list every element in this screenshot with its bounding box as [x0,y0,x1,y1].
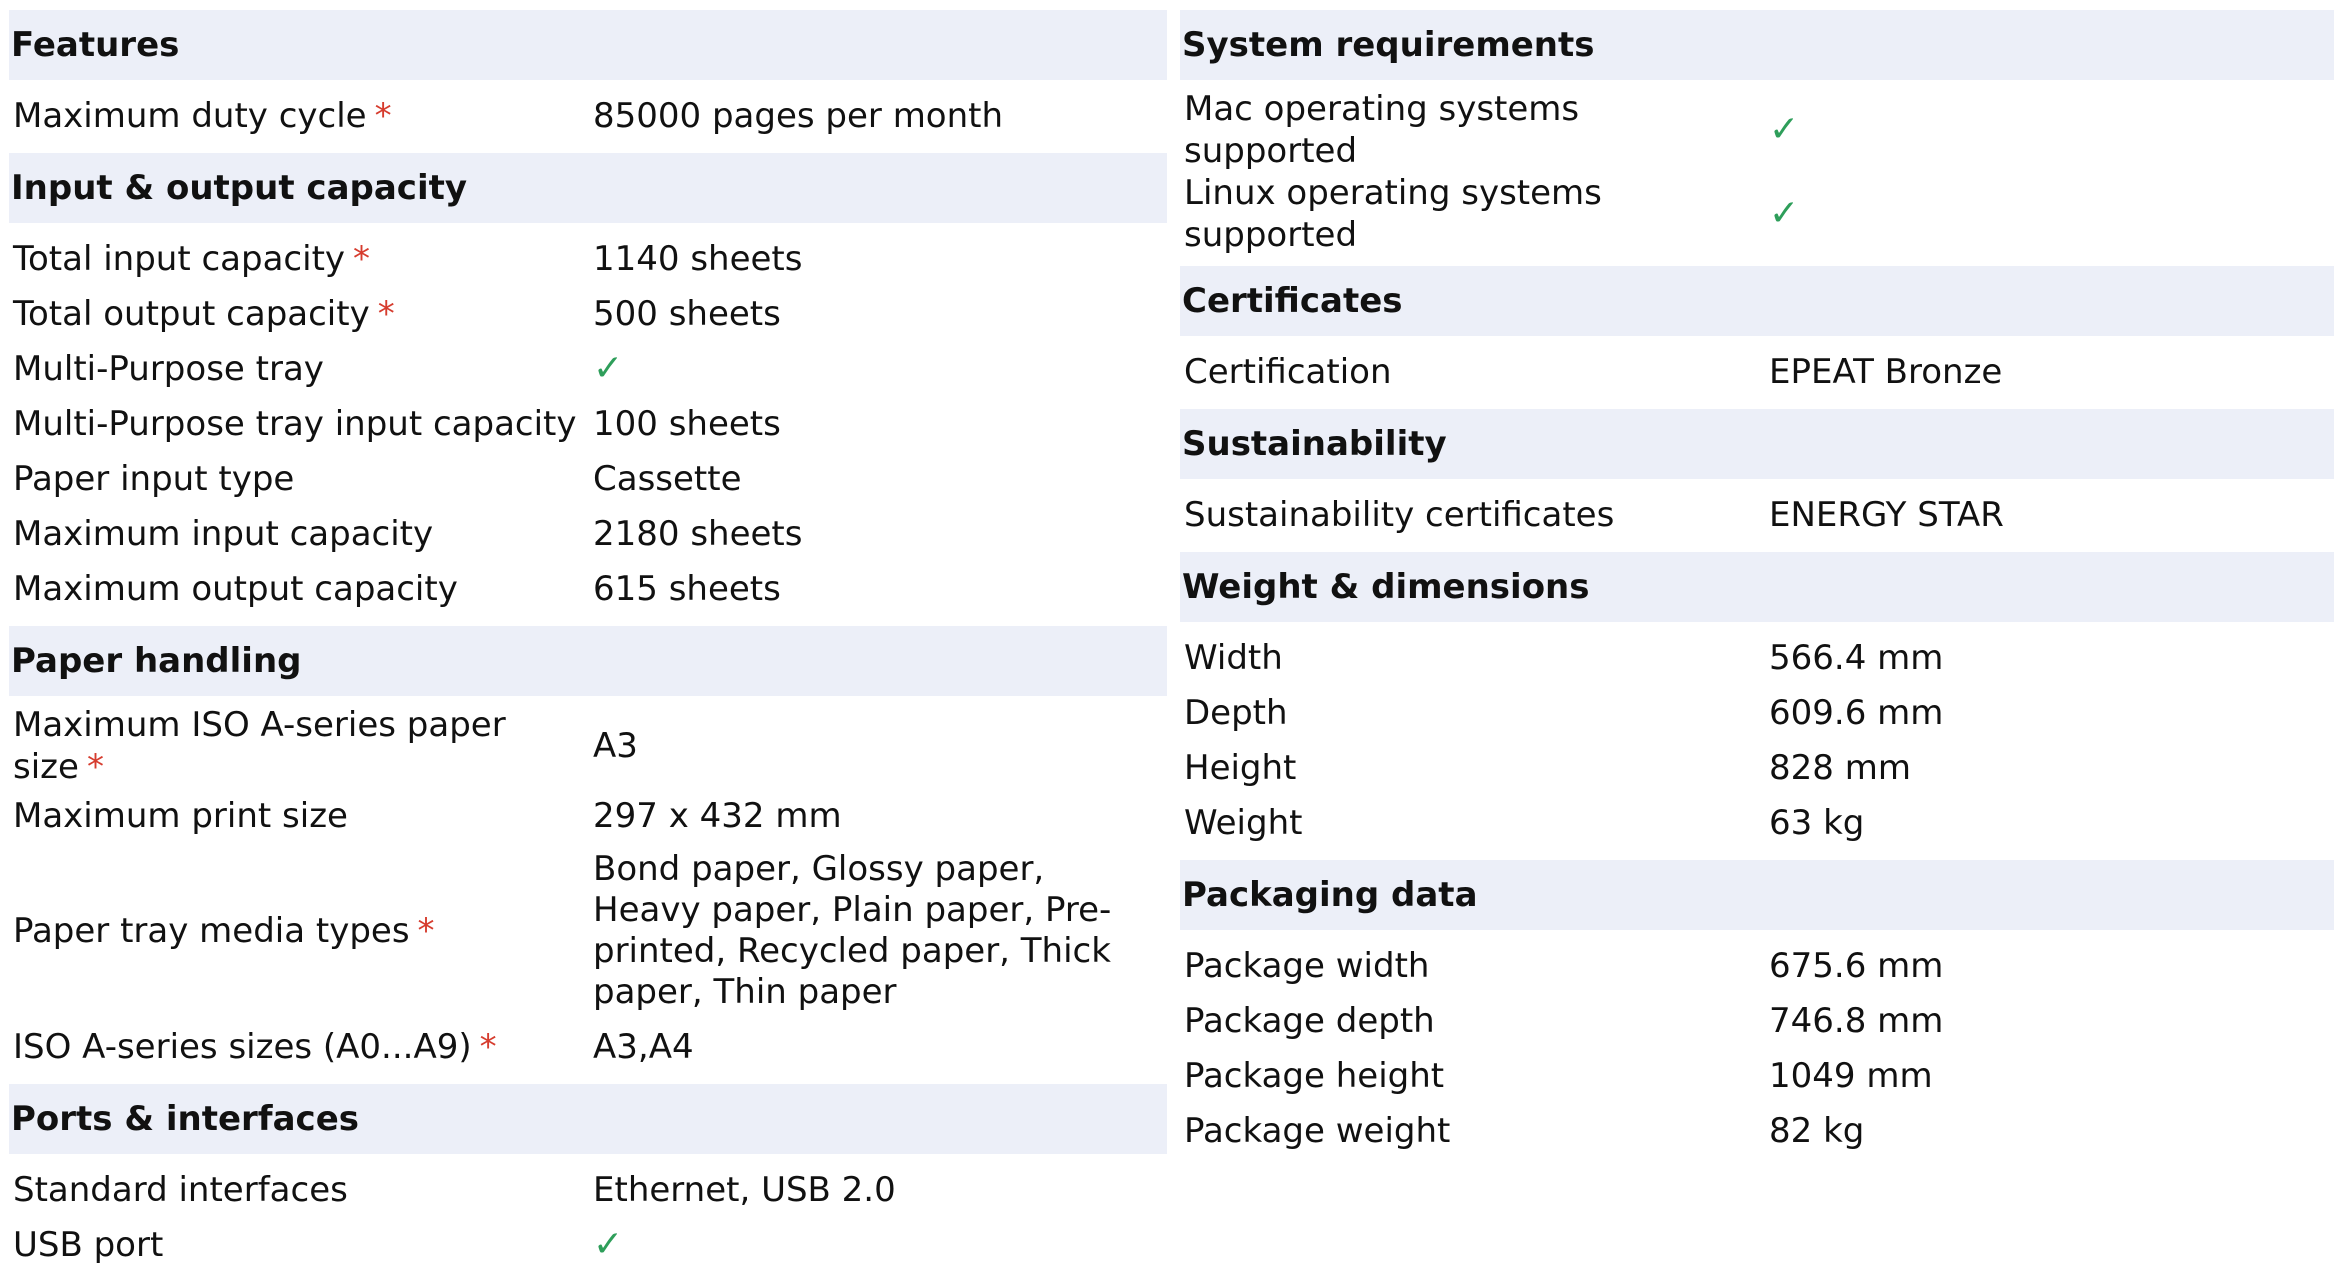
spec-row: Multi-Purpose tray ✓ [9,341,1167,396]
spec-row: Maximum ISO A-series paper size * A3 [9,704,1167,788]
spec-row: Total output capacity * 500 sheets [9,286,1167,341]
spec-value: Cassette [593,458,742,499]
spec-row: Package width 675.6 mm [1180,938,2334,993]
spec-value: 100 sheets [593,403,781,444]
section-header-ports: Ports & interfaces [9,1084,1167,1154]
spec-label: Weight [1184,802,1303,843]
required-marker: * [353,238,371,279]
checkmark-icon: ✓ [1769,193,1800,234]
required-marker: * [86,747,104,787]
spec-row: Paper input type Cassette [9,451,1167,506]
section-header-certificates: Certificates [1180,266,2334,336]
spec-row: Maximum input capacity 2180 sheets [9,506,1167,561]
spec-label: Linux operating systems supported [1184,173,1602,255]
required-marker: * [417,911,435,951]
spec-label: Standard interfaces [13,1169,348,1210]
spec-label: Total input capacity * [13,238,371,279]
spec-label: Maximum ISO A-series paper size * [13,705,506,787]
right-spec-column: System requirements Mac operating system… [1180,10,2334,1158]
spec-row: Height 828 mm [1180,740,2334,795]
spec-label: Package width [1184,945,1430,986]
spec-label: ISO A-series sizes (A0...A9) * [13,1026,497,1067]
spec-label: Package height [1184,1055,1445,1096]
spec-label: USB port [13,1224,164,1265]
spec-row: Total input capacity * 1140 sheets [9,231,1167,286]
checkmark-icon: ✓ [593,347,624,389]
checkmark-icon: ✓ [593,1223,624,1265]
spec-value: EPEAT Bronze [1769,351,2003,392]
spec-value: A3,A4 [593,1026,694,1067]
spec-label: Multi-Purpose tray input capacity [13,403,577,444]
section-header-input-output: Input & output capacity [9,153,1167,223]
spec-value: ✓ [1769,109,2334,151]
spec-row: USB port ✓ [9,1217,1167,1272]
spec-row: Certification EPEAT Bronze [1180,344,2334,399]
section-header-sustainability: Sustainability [1180,409,2334,479]
spec-label: Width [1184,637,1283,678]
section-header-weight-dimensions: Weight & dimensions [1180,552,2334,622]
spec-row: Package height 1049 mm [1180,1048,2334,1103]
section-header-features: Features [9,10,1167,80]
section-header-paper-handling: Paper handling [9,626,1167,696]
spec-value: 500 sheets [593,293,781,334]
spec-label: Package depth [1184,1000,1435,1041]
spec-row: Package weight 82 kg [1180,1103,2334,1158]
spec-row: Width 566.4 mm [1180,630,2334,685]
spec-value: ENERGY STAR [1769,494,2004,535]
spec-label: Mac operating systems supported [1184,89,1580,171]
spec-row: Sustainability certificates ENERGY STAR [1180,487,2334,542]
spec-value: 1140 sheets [593,238,803,279]
spec-label: Maximum input capacity [13,513,434,554]
required-marker: * [479,1026,497,1067]
spec-value: 2180 sheets [593,513,803,554]
spec-label: Total output capacity * [13,293,395,334]
spec-value: 82 kg [1769,1110,1865,1151]
spec-label: Sustainability certificates [1184,494,1615,535]
spec-row: Weight 63 kg [1180,795,2334,850]
section-header-system-requirements: System requirements [1180,10,2334,80]
spec-row: Standard interfaces Ethernet, USB 2.0 [9,1162,1167,1217]
spec-row: Mac operating systems supported ✓ [1180,88,2334,172]
spec-row: Multi-Purpose tray input capacity 100 sh… [9,396,1167,451]
spec-value: 566.4 mm [1769,637,1944,678]
left-spec-column: Features Maximum duty cycle * 85000 pages… [9,10,1167,1272]
checkmark-icon: ✓ [1769,109,1800,150]
spec-value: 63 kg [1769,802,1865,843]
spec-value: 1049 mm [1769,1055,1933,1096]
spec-label: Paper input type [13,458,295,499]
spec-row: Maximum output capacity 615 sheets [9,561,1167,616]
spec-value: 609.6 mm [1769,692,1944,733]
spec-value: 615 sheets [593,568,781,609]
required-marker: * [374,95,392,136]
spec-row: Linux operating systems supported ✓ [1180,172,2334,256]
section-header-packaging: Packaging data [1180,860,2334,930]
spec-row: Paper tray media types * Bond paper, Glos… [9,843,1167,1019]
spec-label: Depth [1184,692,1288,733]
spec-label: Maximum print size [13,795,348,836]
spec-value: 675.6 mm [1769,945,1944,986]
spec-value: 746.8 mm [1769,1000,1944,1041]
spec-value: ✓ [593,348,1167,390]
spec-value: 85000 pages per month [593,95,1004,136]
spec-row: Maximum duty cycle * 85000 pages per mont… [9,88,1167,143]
spec-value: Ethernet, USB 2.0 [593,1169,896,1210]
spec-value: 828 mm [1769,747,1911,788]
spec-label: Package weight [1184,1110,1451,1151]
spec-row: Depth 609.6 mm [1180,685,2334,740]
spec-label: Paper tray media types * [13,911,435,951]
spec-value: A3 [593,726,638,766]
spec-row: Maximum print size 297 x 432 mm [9,788,1167,843]
spec-value: Bond paper, Glossy paper, Heavy paper, P… [593,849,1112,1012]
spec-label: Certification [1184,351,1392,392]
spec-label: Maximum duty cycle * [13,95,392,136]
spec-label: Maximum output capacity [13,568,458,609]
spec-value: ✓ [1769,193,2334,235]
required-marker: * [377,293,395,334]
spec-row: Package depth 746.8 mm [1180,993,2334,1048]
spec-value: ✓ [593,1224,1167,1266]
spec-value: 297 x 432 mm [593,795,842,836]
spec-row: ISO A-series sizes (A0...A9) * A3,A4 [9,1019,1167,1074]
spec-label: Height [1184,747,1297,788]
spec-label: Multi-Purpose tray [13,348,324,389]
